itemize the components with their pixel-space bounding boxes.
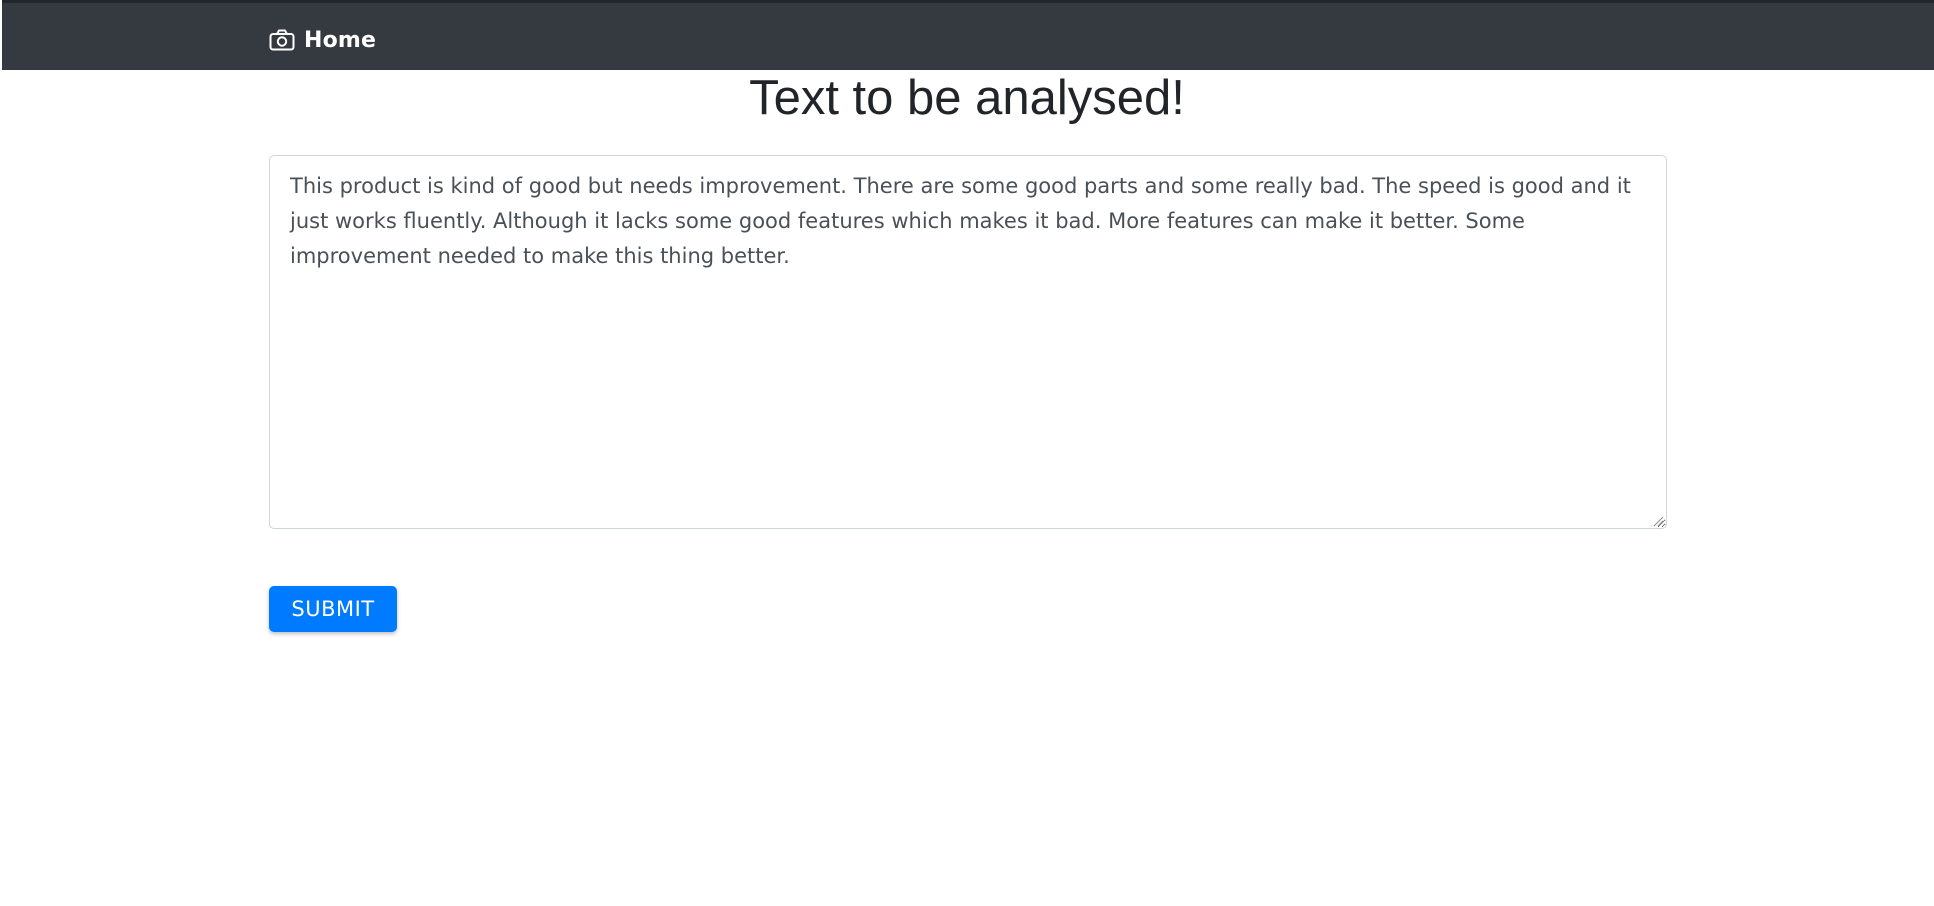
submit-button[interactable]: SUBMIT <box>269 586 397 632</box>
camera-icon <box>269 29 295 51</box>
analysis-text-input[interactable]: This product is kind of good but needs i… <box>269 155 1667 529</box>
page-title: Text to be analysed! <box>749 71 1185 125</box>
home-link[interactable]: Home <box>269 25 376 55</box>
page: Home Text to be analysed! This product i… <box>0 0 1934 906</box>
top-navbar: Home <box>2 0 1934 70</box>
home-link-label: Home <box>304 27 377 53</box>
